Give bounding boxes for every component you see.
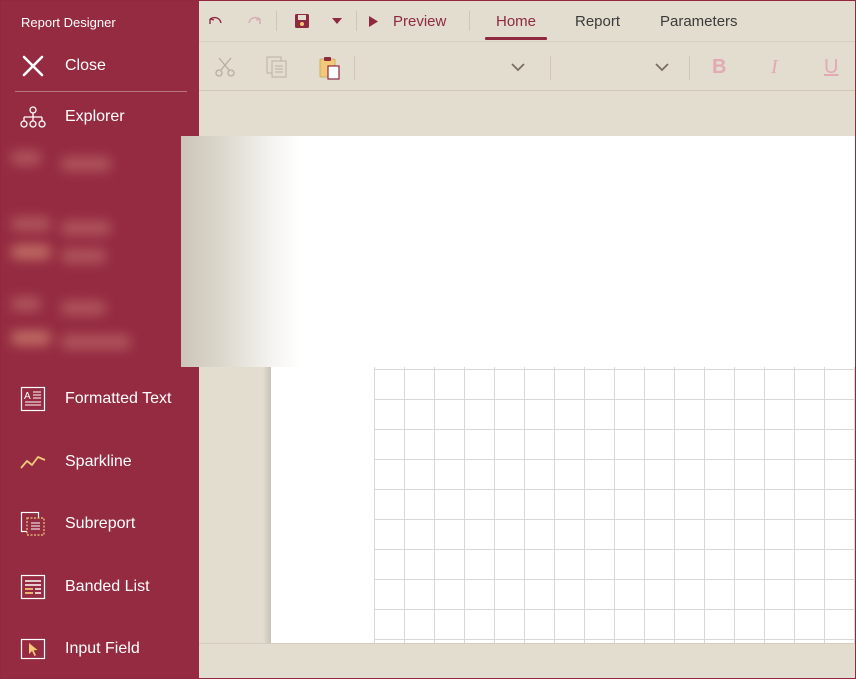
save-options-dropdown[interactable]	[327, 11, 347, 31]
sidebar-item-label: Formatted Text	[65, 390, 172, 407]
copy-icon	[266, 56, 287, 78]
hierarchy-icon	[19, 103, 47, 131]
ribbon-header: Preview Home Report Parameters	[199, 1, 855, 41]
sparkline-icon	[19, 448, 47, 476]
sidebar: Report Designer Close Explorer A Formatt…	[1, 1, 199, 678]
sidebar-item-label: Banded List	[65, 578, 150, 595]
design-grid[interactable]	[374, 367, 855, 643]
save-button[interactable]	[292, 11, 312, 31]
font-family-select[interactable]	[357, 54, 545, 80]
tab-label: Home	[496, 12, 537, 30]
sidebar-item-label: Subreport	[65, 515, 136, 532]
tab-home[interactable]: Home	[496, 1, 536, 41]
sidebar-item-label: Explorer	[65, 108, 125, 125]
sidebar-divider	[15, 91, 187, 92]
font-size-select[interactable]	[553, 54, 679, 80]
close-icon	[19, 52, 47, 80]
underline-button[interactable]: U	[824, 56, 838, 79]
redo-button[interactable]	[245, 11, 265, 31]
copy-button[interactable]	[265, 56, 289, 78]
play-icon	[369, 15, 378, 27]
cut-button[interactable]	[213, 56, 237, 78]
close-button[interactable]: Close	[1, 43, 199, 89]
sidebar-item-banded-list[interactable]: Banded List	[1, 564, 199, 610]
tab-report[interactable]: Report	[575, 1, 620, 41]
banded-list-icon	[19, 573, 47, 601]
tab-parameters[interactable]: Parameters	[660, 1, 738, 41]
sidebar-item-sparkline[interactable]: Sparkline	[1, 439, 199, 485]
scissors-icon	[215, 57, 235, 77]
obscured-region	[1, 137, 199, 367]
chevron-down-icon	[511, 62, 525, 71]
undo-button[interactable]	[205, 11, 225, 31]
preview-button[interactable]: Preview	[369, 11, 446, 31]
tab-label: Report	[575, 12, 621, 30]
preview-label: Preview	[393, 12, 447, 30]
active-tab-indicator	[485, 37, 547, 40]
page-shadow	[263, 367, 271, 643]
input-field-icon	[19, 635, 47, 663]
redo-icon	[248, 16, 261, 24]
formatted-text-icon: A	[19, 385, 47, 413]
save-icon	[295, 14, 309, 28]
sidebar-item-explorer[interactable]: Explorer	[1, 94, 199, 140]
app-window: Report Designer Close Explorer A Formatt…	[0, 0, 856, 679]
sidebar-item-label: Sparkline	[65, 453, 132, 470]
subreport-icon	[19, 510, 47, 538]
italic-button[interactable]: I	[771, 56, 778, 79]
app-title: Report Designer	[21, 15, 116, 30]
sidebar-item-input-field[interactable]: Input Field	[1, 626, 199, 672]
tab-label: Parameters	[660, 12, 738, 30]
obscured-page-region	[181, 136, 855, 367]
sidebar-item-label: Input Field	[65, 640, 140, 657]
ribbon-toolbar: B I U	[199, 41, 855, 91]
sidebar-item-formatted-text[interactable]: A Formatted Text	[1, 376, 199, 422]
sidebar-item-subreport[interactable]: Subreport	[1, 501, 199, 547]
svg-text:A: A	[24, 391, 31, 402]
caret-down-icon	[332, 18, 342, 24]
chevron-down-icon	[655, 62, 669, 71]
status-bar	[199, 643, 855, 678]
clipboard-icon	[319, 57, 340, 80]
bold-button[interactable]: B	[712, 56, 726, 79]
undo-icon	[209, 16, 222, 24]
close-label: Close	[65, 57, 106, 74]
paste-button[interactable]	[317, 55, 343, 81]
